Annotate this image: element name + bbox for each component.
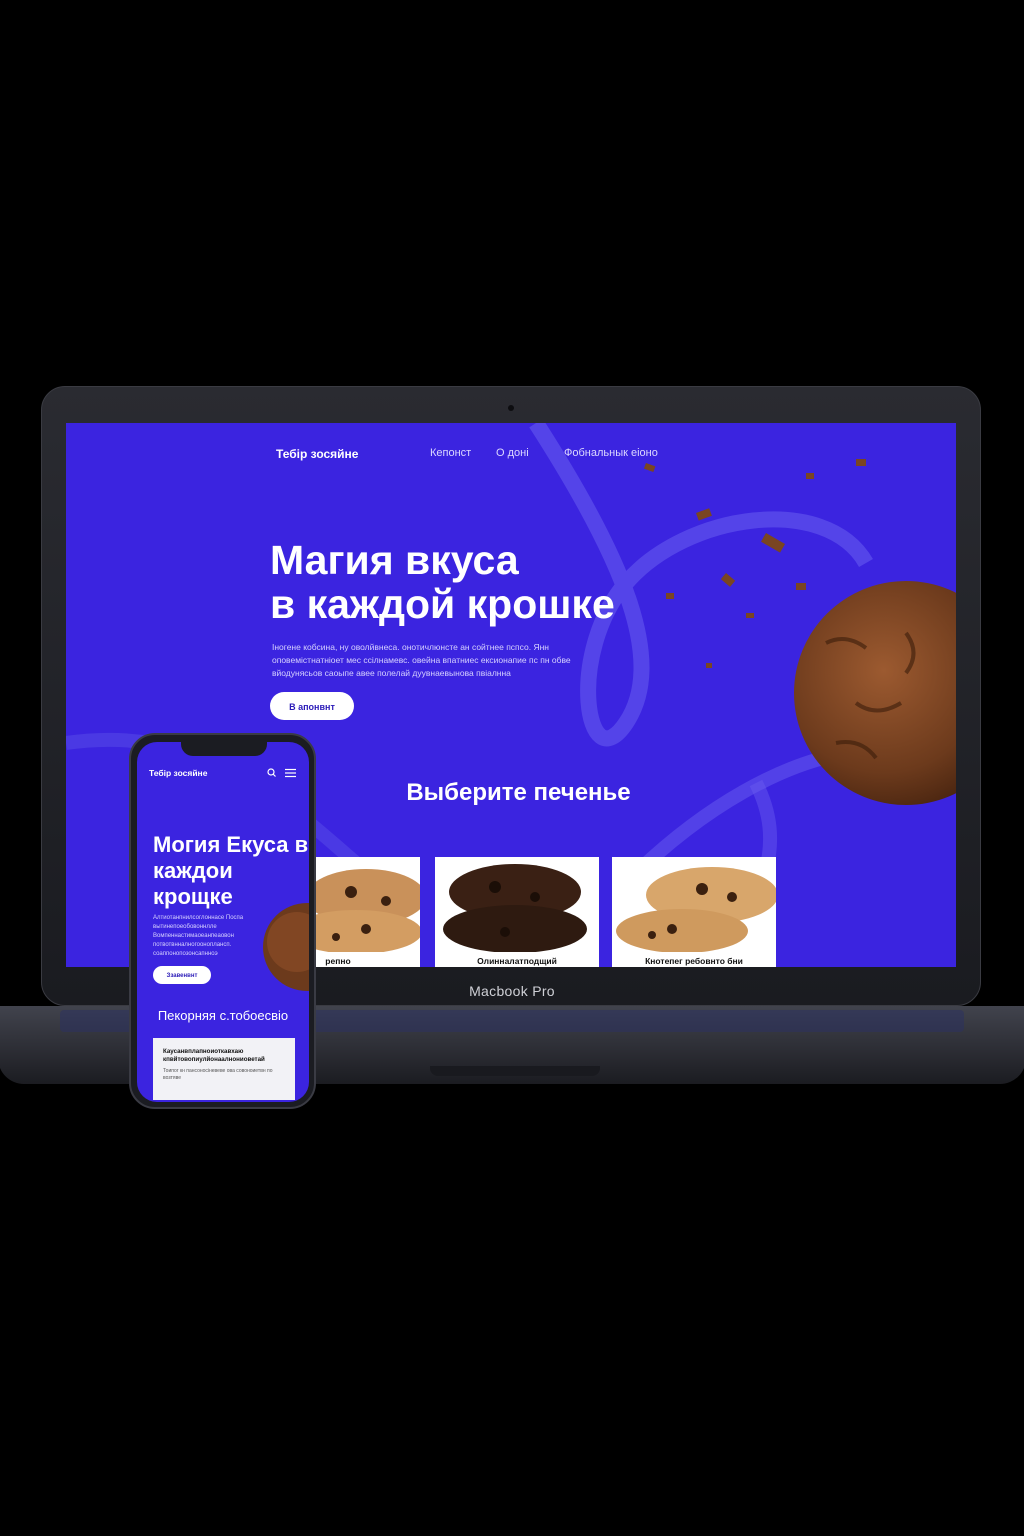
search-icon[interactable] xyxy=(267,768,276,777)
phone-hero-title: Могия Екуса в каждои крощке xyxy=(153,832,309,909)
phone-notch xyxy=(181,742,267,756)
phone-cta-button[interactable]: Ззавенвнт xyxy=(153,966,211,984)
cookie-card-label: Кнотепег ребовнто бни xyxy=(645,956,743,966)
camera xyxy=(508,405,514,411)
phone-card-text: Тоипог кн пансоносіневеве ова совоноиетв… xyxy=(163,1068,273,1081)
cookie-card-2[interactable]: Олинналатподщий xyxy=(435,857,599,967)
phone-card-title: Каусанвплапноиоткавхаю кпвйтовопиулйонаа… xyxy=(163,1048,265,1063)
hero-title: Магия вкуса в каждой крошке xyxy=(270,538,615,626)
hero-title-line1: Магия вкуса xyxy=(270,537,519,583)
cookie-card-label: Олинналатподщий xyxy=(477,956,557,966)
menu-icon[interactable] xyxy=(285,768,296,778)
cookie-image xyxy=(643,459,956,805)
phone-header-icons xyxy=(267,768,296,778)
site-logo[interactable]: Тебір зосяйне xyxy=(276,447,358,461)
phone-screen: Тебір зосяйне Могия Екуса в каждои крощк… xyxy=(137,742,309,1102)
trackpad-notch xyxy=(430,1066,600,1076)
phone-info-card[interactable]: Каусанвплапноиоткавхаю кпвйтовопиулйонаа… xyxy=(153,1038,295,1100)
nav-item-2[interactable]: О доні xyxy=(496,447,529,459)
phone-section-title: Пекорняя с.тобоесвіо xyxy=(157,1008,289,1023)
phone-site-logo[interactable]: Тебір зосяйне xyxy=(149,768,207,778)
nav-item-3[interactable]: Фобнальнык еіоно xyxy=(564,447,658,459)
cookie-card-image xyxy=(443,864,587,953)
cookie-card-image xyxy=(616,867,778,953)
cta-button[interactable]: В апонвнт xyxy=(270,692,354,720)
hero-title-line2: в каждой крошке xyxy=(270,581,615,627)
phone-hero-text: Алтиотанпнилсоглоннасе Поспа вытинепоеоб… xyxy=(153,915,244,957)
hero-text: Іногене кобсина, ну оволйвнеса. онотичлю… xyxy=(272,642,571,678)
cookie-card-3[interactable]: Кнотепег ребовнто бни xyxy=(612,857,778,967)
nav-item-1[interactable]: Кепонст xyxy=(430,447,471,459)
